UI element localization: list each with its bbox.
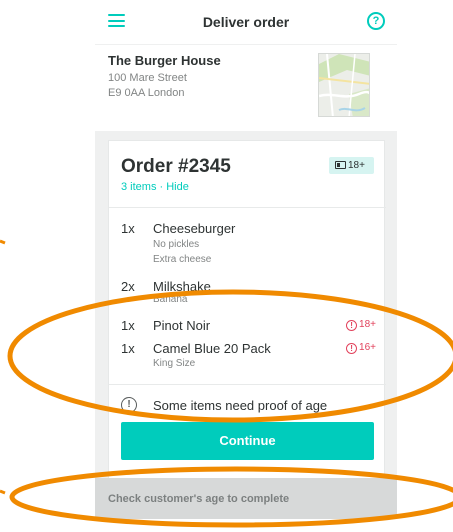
map-thumbnail[interactable] — [318, 53, 370, 117]
alert-icon: ! — [346, 320, 358, 331]
divider — [109, 384, 386, 385]
age-restriction-badge: 18+ — [329, 157, 374, 174]
age-check-footer[interactable]: Check customer's age to complete — [95, 478, 397, 519]
age-warning: ! 16+ — [346, 342, 376, 354]
item-quantity: 1x — [121, 341, 135, 356]
footer-spacer — [95, 519, 397, 532]
item-modifier: King Size — [153, 358, 196, 369]
footer-text: Check customer's age to complete — [108, 493, 290, 505]
item-quantity: 1x — [121, 318, 135, 333]
restaurant-address-line1: 100 Mare Street — [108, 72, 187, 84]
age-warning-label: 16+ — [359, 342, 376, 353]
phone-screen: Deliver order ? The Burger House 100 Mar… — [95, 0, 397, 532]
item-name: Milkshake — [153, 279, 211, 294]
item-quantity: 1x — [121, 221, 135, 236]
order-title: Order #2345 — [121, 156, 231, 177]
age-warning-label: 18+ — [359, 319, 376, 330]
id-card-icon — [335, 161, 346, 169]
item-name: Camel Blue 20 Pack — [153, 341, 271, 356]
item-name: Pinot Noir — [153, 318, 211, 333]
items-toggle-link[interactable]: 3 items · Hide — [121, 181, 189, 193]
age-badge-label: 18+ — [348, 160, 365, 171]
annotation-tick — [0, 239, 6, 245]
app-header: Deliver order ? — [95, 0, 397, 44]
item-name: Cheeseburger — [153, 221, 236, 236]
alert-icon: ! — [346, 343, 358, 354]
page-title: Deliver order — [202, 14, 290, 30]
age-warning: ! 18+ — [346, 319, 376, 331]
help-icon[interactable]: ? — [367, 12, 385, 30]
restaurant-name: The Burger House — [108, 53, 221, 68]
item-modifier: Extra cheese — [153, 254, 212, 265]
info-circle-icon: ! — [121, 397, 137, 413]
item-quantity: 2x — [121, 279, 135, 294]
item-modifier: No pickles — [153, 239, 200, 250]
order-card: Order #2345 3 items · Hide 18+ 1x Cheese… — [108, 140, 386, 532]
continue-button[interactable]: Continue — [121, 422, 374, 460]
proof-of-age-notice: Some items need proof of age — [153, 398, 328, 413]
item-modifier: Banana — [153, 294, 188, 305]
annotation-tick — [0, 489, 6, 495]
divider — [109, 207, 386, 208]
restaurant-panel: The Burger House 100 Mare Street E9 0AA … — [95, 45, 397, 131]
restaurant-address-line2: E9 0AA London — [108, 87, 185, 99]
